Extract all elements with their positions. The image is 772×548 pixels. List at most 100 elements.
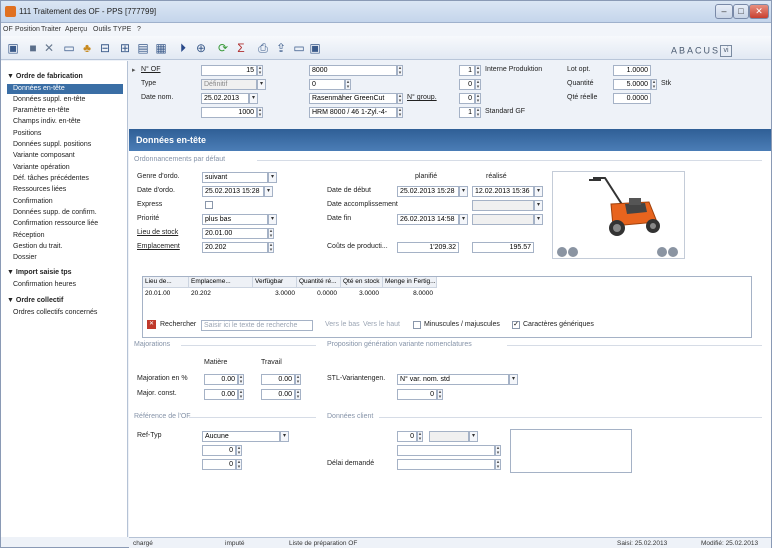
description-spinner[interactable]: ▴ ▾ [397,93,403,104]
date-debut-plan-dropdown-icon[interactable]: ▾ [459,186,468,197]
majoration-pct-travail-spinner[interactable]: ▴ ▾ [295,374,301,385]
date-ordo-field[interactable]: 25.02.2013 15:28 [202,186,264,197]
n-group-label[interactable]: N° group. [407,94,437,101]
date-fin-real-field[interactable] [472,214,534,225]
refresh-icon[interactable]: ⟳ [215,40,231,56]
nav-donnees-en-tete[interactable]: Données en-tête [7,84,123,94]
grid-cell[interactable]: 3.0000 [253,289,295,299]
major-const-travail[interactable]: 0.00 [261,389,295,400]
f2-field[interactable]: 0 [309,79,345,90]
express-checkbox[interactable] [205,201,213,209]
date-accomp-dropdown-icon[interactable]: ▾ [534,200,543,211]
grid-cell[interactable]: 0.0000 [297,289,337,299]
nav-donnees-suppl-en-tete[interactable]: Données suppl. en-tête [13,96,85,103]
close-search-icon[interactable]: ✕ [147,320,156,329]
date-ordo-dropdown-icon[interactable]: ▾ [264,186,273,197]
date-nom-dropdown-icon[interactable]: ▾ [249,93,258,104]
lieu-stock-label[interactable]: Lieu de stock [137,229,178,236]
menu-of[interactable]: OF [3,26,13,33]
vers-bas-button[interactable]: Vers le bas [325,321,360,328]
grid-cell[interactable]: 20.202 [191,289,211,299]
grid-header-lieu[interactable]: Lieu de... [143,277,189,288]
nav-champs-indiv[interactable]: Champs indiv. en-tête [13,118,81,125]
lieu-stock-spinner[interactable]: ▴ ▾ [268,228,274,239]
minimize-icon[interactable]: – [715,4,733,19]
zoom-icon[interactable]: ⊕ [193,40,209,56]
grid-cell[interactable]: 3.0000 [341,289,379,299]
ref-typ-dropdown-icon[interactable]: ▾ [280,431,289,442]
stl-select[interactable]: N° var. nom. std [397,374,509,385]
majoration-pct-travail[interactable]: 0.00 [261,374,295,385]
prev-image-icon[interactable] [557,247,567,257]
priorite-select[interactable]: plus bas [202,214,268,225]
ref-field-1-spinner[interactable]: ▴ ▾ [236,445,242,456]
priorite-dropdown-icon[interactable]: ▾ [268,214,277,225]
stl-dropdown-icon[interactable]: ▾ [509,374,518,385]
client-dropdown-icon[interactable]: ▾ [469,431,478,442]
major-const-matiere-spinner[interactable]: ▴ ▾ [238,389,244,400]
ref-field-2[interactable]: 0 [202,459,236,470]
model-field[interactable]: HRM 8000 / 46 1-Zyl.-4- [309,107,397,118]
open-icon[interactable]: ⊟ [97,40,113,56]
users-icon[interactable]: ♣ [79,40,95,56]
emplacement-label[interactable]: Emplacement [137,243,180,250]
qty1-spinner[interactable]: ▴ ▾ [475,65,481,76]
f4-field[interactable]: 1000 [201,107,257,118]
qty2-field[interactable]: 0 [459,79,475,90]
stl-value-spinner[interactable]: ▴ ▾ [437,389,443,400]
menu-help[interactable]: ? [137,26,141,33]
export-icon[interactable]: ⇪ [273,40,289,56]
nav-ressources-liees[interactable]: Ressources liées [13,186,66,193]
nav-def-taches[interactable]: Déf. tâches précédentes [13,175,89,182]
client-address-box[interactable] [510,429,632,473]
article-field[interactable]: 8000 [309,65,397,76]
client-field-2[interactable] [397,445,495,456]
print-icon[interactable]: ⎙ [255,40,271,56]
last-image-icon[interactable] [668,247,678,257]
menu-position[interactable]: Position [15,26,40,33]
qty4-field[interactable]: 1 [459,107,475,118]
delai-field[interactable] [397,459,495,470]
couts-plan-field[interactable]: 1'209.32 [397,242,459,253]
first-image-icon[interactable] [568,247,578,257]
f4-spinner[interactable]: ▴ ▾ [257,107,263,118]
majoration-pct-matiere-spinner[interactable]: ▴ ▾ [238,374,244,385]
nav-confirmation-heures[interactable]: Confirmation heures [13,281,76,288]
menu-traiter[interactable]: Traiter [41,26,61,33]
client-field-2-spinner[interactable]: ▴ ▾ [495,445,501,456]
nav-variante-operation[interactable]: Variante opération [13,164,70,171]
nav-gestion-trait[interactable]: Gestion du trait. [13,243,62,250]
vers-haut-button[interactable]: Vers le haut [363,321,400,328]
expand-arrow-icon[interactable]: ▸ [132,66,136,74]
nav-confirmation-ressource[interactable]: Confirmation ressource liée [13,220,98,227]
nav-donnees-suppl-positions[interactable]: Données suppl. positions [13,141,91,148]
delete-icon[interactable]: ✕ [41,40,57,56]
grid-header-qte-stock[interactable]: Qté en stock [341,277,383,288]
grid-cell[interactable]: 20.01.00 [145,289,170,299]
nav-donnees-supp-confirm[interactable]: Données supp. de confirm. [13,209,97,216]
majoration-pct-matiere[interactable]: 0.00 [204,374,238,385]
nav-reception[interactable]: Réception [13,232,45,239]
emplacement-field[interactable]: 20.202 [202,242,268,253]
quantite-spinner[interactable]: ▴ ▾ [651,79,657,90]
article-spinner[interactable]: ▴ ▾ [397,65,403,76]
date-debut-real-field[interactable]: 12.02.2013 15:36 [472,186,534,197]
group-import-saisie[interactable]: ▼ Import saisie tps [7,269,72,276]
qty2-spinner[interactable]: ▴ ▾ [475,79,481,90]
group-ordre-fabrication[interactable]: ▼ Ordre de fabrication [7,73,83,80]
couts-real-field[interactable]: 195.57 [472,242,534,253]
grid-header-quantite[interactable]: Quantité ré... [297,277,341,288]
screen-icon[interactable]: ▭ [291,40,307,56]
maximize-icon[interactable]: □ [733,4,749,19]
generiques-checkbox[interactable]: ✓ [512,321,520,329]
ref-typ-select[interactable]: Aucune [202,431,280,442]
delai-spinner[interactable]: ▴ ▾ [495,459,501,470]
date-accomp-field[interactable] [472,200,534,211]
next-image-icon[interactable] [657,247,667,257]
ref-field-2-spinner[interactable]: ▴ ▾ [236,459,242,470]
genre-select[interactable]: suivant [202,172,268,183]
client-number-field[interactable]: 0 [397,431,417,442]
save-icon[interactable]: ■ [25,40,41,56]
date-debut-real-dropdown-icon[interactable]: ▾ [534,186,543,197]
major-const-travail-spinner[interactable]: ▴ ▾ [295,389,301,400]
